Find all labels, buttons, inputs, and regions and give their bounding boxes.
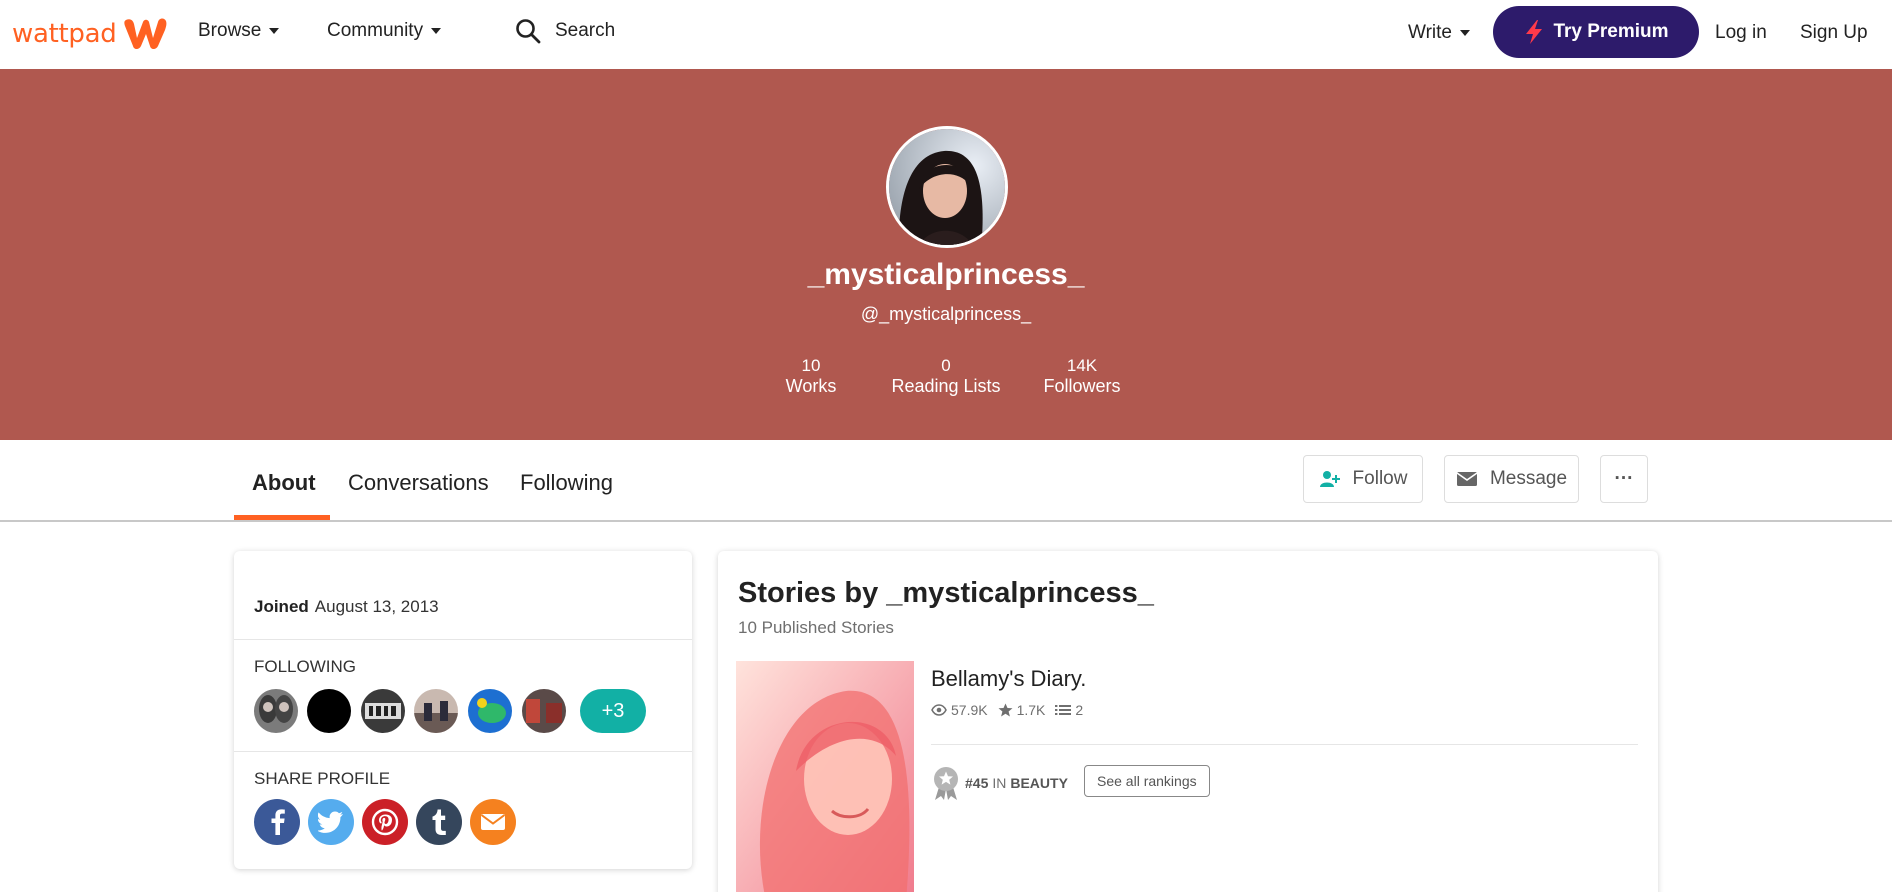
reads-stat: 57.9K [931, 702, 988, 718]
message-button[interactable]: Message [1444, 455, 1579, 503]
following-avatar[interactable] [468, 689, 512, 733]
stat-followers-label: Followers [1043, 376, 1121, 396]
parts-stat: 2 [1055, 702, 1083, 718]
tab-conversations[interactable]: Conversations [348, 470, 489, 496]
stat-works[interactable]: 10 Works [770, 356, 852, 396]
facebook-icon[interactable] [254, 799, 300, 845]
stories-heading: Stories by _mysticalprincess_ [738, 577, 1154, 609]
rank-number: #45 [965, 775, 989, 791]
lightning-icon [1526, 20, 1543, 44]
following-avatar[interactable] [254, 689, 298, 733]
wattpad-logo[interactable]: wattpad [12, 14, 170, 54]
ranking-badge-icon [934, 767, 958, 800]
write-label: Write [1408, 22, 1452, 43]
following-more-button[interactable]: +3 [580, 689, 646, 733]
pinterest-icon[interactable] [362, 799, 408, 845]
profile-handle: @_mysticalprincess_ [860, 304, 1032, 324]
logo-wordmark: wattpad [12, 19, 117, 49]
twitter-icon[interactable] [308, 799, 354, 845]
about-card: Joined August 13, 2013 FOLLOWING +3 SHARE… [234, 551, 692, 869]
story-title-link[interactable]: Bellamy's Diary. [931, 666, 1086, 692]
share-profile-label: SHARE PROFILE [254, 769, 391, 788]
active-tab-indicator [234, 515, 330, 520]
chevron-down-icon [1459, 30, 1470, 36]
following-avatar[interactable] [307, 689, 351, 733]
following-avatar[interactable] [522, 689, 566, 733]
chevron-down-icon [269, 28, 280, 34]
following-avatar[interactable] [414, 689, 458, 733]
profile-avatar [886, 126, 1008, 248]
list-icon [1055, 705, 1072, 715]
tab-following[interactable]: Following [520, 470, 613, 496]
top-navigation: wattpad Browse Community Search Write Tr… [0, 0, 1892, 69]
browse-menu[interactable]: Browse [198, 20, 280, 42]
rank-in: IN [992, 775, 1007, 791]
story-ranking: #45 IN BEAUTY [931, 765, 1068, 801]
signup-link[interactable]: Sign Up [1800, 22, 1868, 44]
votes-count: 1.7K [1016, 702, 1046, 718]
following-avatar[interactable] [361, 689, 405, 733]
stories-count: 10 Published Stories [738, 618, 894, 637]
tumblr-icon[interactable] [416, 799, 462, 845]
votes-stat: 1.7K [998, 702, 1046, 718]
premium-label: Try Premium [1553, 21, 1669, 42]
stat-works-value: 10 [801, 356, 821, 375]
chevron-down-icon [431, 28, 442, 34]
search-label: Search [555, 20, 616, 41]
stat-followers[interactable]: 14K Followers [1038, 356, 1126, 396]
divider [931, 744, 1638, 745]
login-link[interactable]: Log in [1715, 22, 1767, 44]
divider [234, 751, 692, 752]
write-menu[interactable]: Write [1408, 22, 1470, 44]
divider [234, 639, 692, 640]
message-label: Message [1489, 468, 1568, 489]
story-cover[interactable] [736, 661, 914, 892]
stat-reading-lists-value: 0 [941, 356, 951, 375]
community-label: Community [327, 20, 424, 41]
try-premium-button[interactable]: Try Premium [1493, 6, 1699, 58]
parts-count: 2 [1075, 702, 1084, 718]
more-options-button[interactable]: ··· [1600, 455, 1648, 503]
joined-info: Joined August 13, 2013 [254, 597, 439, 617]
stat-followers-value: 14K [1066, 356, 1098, 375]
tab-about[interactable]: About [252, 470, 316, 496]
stat-works-label: Works [785, 376, 837, 396]
browse-label: Browse [198, 20, 262, 41]
joined-label: Joined [254, 597, 309, 616]
envelope-icon [1456, 472, 1478, 486]
eye-icon [931, 704, 947, 716]
community-menu[interactable]: Community [327, 20, 442, 42]
email-icon[interactable] [470, 799, 516, 845]
following-section-label: FOLLOWING [254, 657, 357, 676]
search-icon [516, 19, 541, 44]
stories-card: Stories by _mysticalprincess_ 10 Publish… [718, 551, 1658, 892]
stat-reading-lists[interactable]: 0 Reading Lists [888, 356, 1004, 396]
see-all-rankings-button[interactable]: See all rankings [1084, 765, 1210, 797]
follow-label: Follow [1352, 468, 1408, 489]
reads-count: 57.9K [951, 702, 988, 718]
joined-date: August 13, 2013 [314, 597, 439, 616]
wattpad-w-icon [124, 18, 167, 49]
follow-button[interactable]: Follow [1303, 455, 1423, 503]
story-stats: 57.9K 1.7K 2 [931, 702, 1093, 718]
stat-reading-lists-label: Reading Lists [891, 376, 1001, 396]
search-button[interactable]: Search [515, 18, 615, 44]
add-user-icon [1319, 471, 1340, 487]
rank-tag[interactable]: BEAUTY [1010, 775, 1068, 791]
star-icon [998, 703, 1013, 717]
profile-display-name: _mysticalprincess_ [807, 258, 1085, 291]
